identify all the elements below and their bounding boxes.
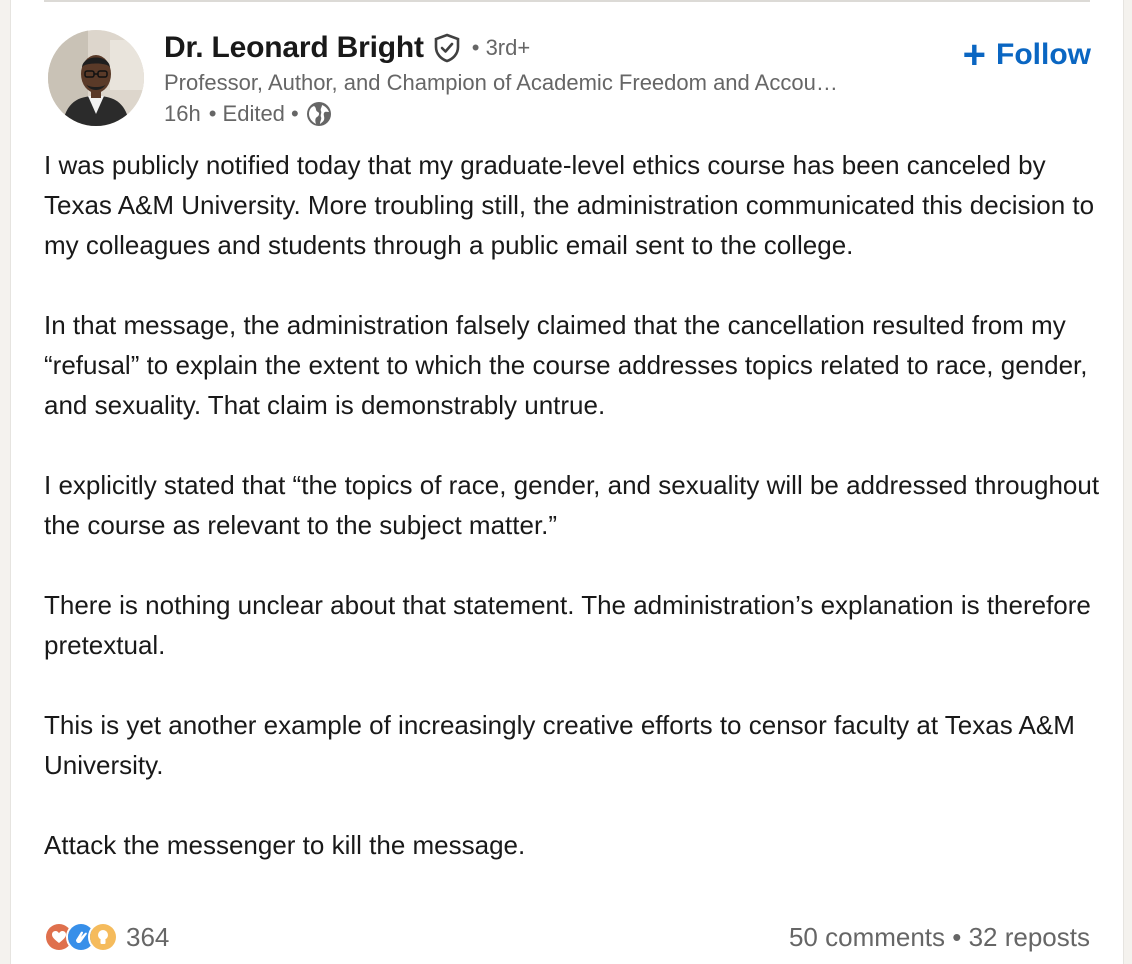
insightful-icon xyxy=(88,922,118,952)
post-time: 16h xyxy=(164,101,201,126)
post-paragraph: This is yet another example of increasin… xyxy=(44,710,1075,780)
reactions-summary[interactable]: 364 xyxy=(44,922,169,953)
edited-label: • Edited • xyxy=(208,101,299,126)
avatar-photo xyxy=(48,30,144,126)
comments-reposts-count[interactable]: 50 comments • 32 reposts xyxy=(789,922,1090,953)
post-body: I was publicly notified today that my gr… xyxy=(44,145,1104,865)
avatar[interactable] xyxy=(48,30,144,126)
verified-shield-icon xyxy=(432,33,462,63)
reaction-icons xyxy=(44,922,118,952)
post-paragraph: In that message, the administration fals… xyxy=(44,310,1088,420)
connection-degree: • 3rd+ xyxy=(471,35,531,60)
follow-button[interactable]: + Follow xyxy=(962,33,1091,77)
follow-label: Follow xyxy=(996,38,1091,71)
globe-icon xyxy=(305,100,333,128)
name-row: Dr. Leonard Bright • 3rd+ xyxy=(164,28,944,68)
plus-icon: + xyxy=(962,33,987,77)
post-paragraph: Attack the messenger to kill the message… xyxy=(44,830,526,860)
reaction-count: 364 xyxy=(126,921,170,952)
post-paragraph: I explicitly stated that “the topics of … xyxy=(44,470,1100,540)
divider xyxy=(44,0,1090,2)
post-paragraph: I was publicly notified today that my gr… xyxy=(44,150,1095,260)
author-block: Dr. Leonard Bright • 3rd+ Professor, Aut… xyxy=(164,28,944,130)
post-meta: 16h • Edited • xyxy=(164,98,944,130)
author-name[interactable]: Dr. Leonard Bright xyxy=(164,31,424,65)
social-counts: 364 50 comments • 32 reposts xyxy=(44,915,1090,959)
author-headline: Professor, Author, and Champion of Acade… xyxy=(164,70,838,95)
post-paragraph: There is nothing unclear about that stat… xyxy=(44,590,1091,660)
post-card: Dr. Leonard Bright • 3rd+ Professor, Aut… xyxy=(10,0,1124,964)
